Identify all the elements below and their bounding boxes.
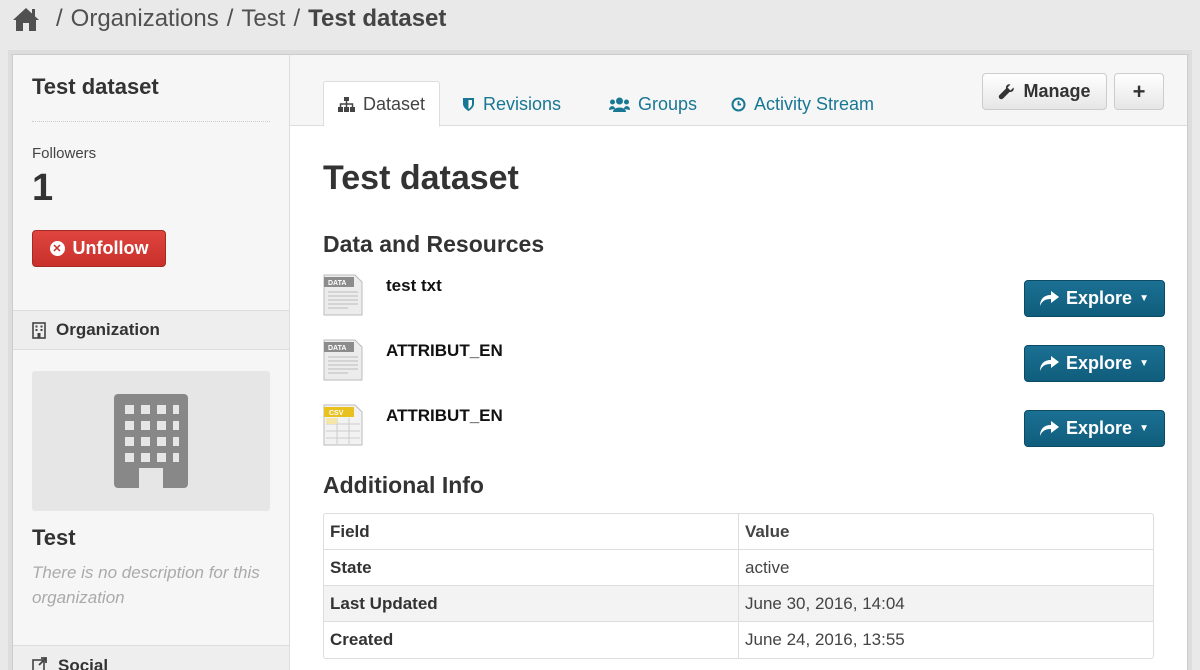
followers-label: Followers — [32, 145, 97, 162]
organization-description: There is no description for this organiz… — [32, 563, 260, 607]
table-row: Created June 24, 2016, 13:55 — [324, 622, 1153, 658]
resource-name[interactable]: test txt — [386, 276, 442, 296]
content-wrapper: Test dataset Followers 1 ✕ Unfollow Orga… — [12, 54, 1188, 670]
tab-label: Dataset — [363, 93, 426, 114]
explore-button[interactable]: Explore ▼ — [1024, 345, 1165, 382]
caret-down-icon: ▼ — [1139, 423, 1149, 434]
social-header-label: Social — [58, 656, 109, 670]
close-circle-icon: ✕ — [49, 241, 65, 256]
explore-label: Explore — [1066, 353, 1133, 373]
table-row: Last Updated June 30, 2016, 14:04 — [324, 586, 1153, 622]
breadcrumb-organizations[interactable]: Organizations — [71, 5, 219, 33]
share-arrow-icon — [1040, 356, 1060, 371]
tab-groups[interactable]: Groups — [595, 81, 711, 127]
tab-label: Revisions — [483, 93, 562, 114]
resources-heading: Data and Resources — [323, 231, 545, 257]
tab-activity-stream[interactable]: Activity Stream — [717, 81, 888, 127]
unfollow-button[interactable]: ✕ Unfollow — [32, 230, 166, 267]
share-arrow-icon — [1040, 291, 1060, 306]
breadcrumb-current[interactable]: Test dataset — [308, 5, 446, 33]
resource-item[interactable]: DATA ATTRIBUT_EN Explore ▼ — [323, 339, 1165, 389]
breadcrumb-separator: / — [226, 5, 234, 32]
caret-down-icon: ▼ — [1139, 358, 1149, 369]
table-cell-field: Created — [324, 622, 739, 658]
breadcrumb-org[interactable]: Test — [241, 5, 285, 33]
data-file-icon: DATA — [323, 339, 363, 381]
group-icon — [609, 97, 630, 112]
plus-icon: + — [1132, 78, 1146, 104]
home-icon[interactable] — [12, 6, 40, 32]
organization-header-label: Organization — [56, 320, 160, 339]
building-icon — [32, 321, 46, 339]
page-title: Test dataset — [323, 159, 519, 197]
table-cell-value: June 30, 2016, 14:04 — [739, 586, 1153, 622]
table-header-field: Field — [324, 514, 739, 550]
svg-text:DATA: DATA — [328, 280, 346, 287]
manage-button[interactable]: Manage — [982, 73, 1107, 110]
table-header-value: Value — [739, 514, 1153, 550]
main-content: Dataset Revisions Groups Activity Stream… — [290, 55, 1187, 670]
breadcrumb-separator: / — [56, 5, 63, 32]
table-header-row: Field Value — [324, 514, 1153, 550]
additional-info-heading: Additional Info — [323, 472, 484, 498]
share-arrow-icon — [1040, 421, 1060, 436]
table-cell-field: Last Updated — [324, 586, 739, 622]
additional-info-table: Field Value State active Last Updated Ju… — [323, 513, 1154, 659]
followers-count: 1 — [32, 167, 54, 209]
resource-name[interactable]: ATTRIBUT_EN — [386, 406, 503, 426]
explore-button[interactable]: Explore ▼ — [1024, 280, 1165, 317]
svg-text:CSV: CSV — [329, 410, 344, 417]
tab-bar: Dataset Revisions Groups Activity Stream… — [290, 55, 1187, 127]
table-cell-value: active — [739, 550, 1153, 586]
csv-file-icon: CSV — [323, 404, 363, 446]
clock-icon — [731, 97, 746, 111]
organization-header: Organization — [13, 310, 289, 350]
unfollow-label: Unfollow — [72, 238, 149, 258]
tab-label: Groups — [638, 93, 698, 114]
svg-text:DATA: DATA — [328, 345, 346, 352]
data-file-icon: DATA — [323, 274, 363, 316]
explore-label: Explore — [1066, 288, 1133, 308]
shield-icon — [463, 97, 474, 111]
share-icon — [32, 657, 47, 670]
add-button[interactable]: + — [1114, 73, 1164, 110]
table-cell-value: June 24, 2016, 13:55 — [745, 630, 905, 649]
table-row: State active — [324, 550, 1153, 586]
tab-label: Activity Stream — [754, 93, 875, 114]
manage-label: Manage — [1023, 81, 1091, 101]
divider — [32, 121, 270, 122]
resource-item[interactable]: DATA test txt Explore ▼ — [323, 274, 1165, 324]
explore-label: Explore — [1066, 418, 1133, 438]
breadcrumb-separator: / — [293, 5, 301, 32]
explore-button[interactable]: Explore ▼ — [1024, 410, 1165, 447]
table-cell-field: State — [324, 550, 739, 586]
resource-item[interactable]: CSV ATTRIBUT_EN Explore ▼ — [323, 404, 1165, 454]
breadcrumb: / Organizations / Test / Test dataset — [12, 4, 446, 34]
caret-down-icon: ▼ — [1139, 293, 1149, 304]
organization-name[interactable]: Test — [32, 525, 76, 551]
tab-dataset[interactable]: Dataset — [323, 81, 441, 127]
organization-image[interactable] — [32, 371, 270, 511]
sidebar: Test dataset Followers 1 ✕ Unfollow Orga… — [13, 55, 290, 670]
tab-revisions[interactable]: Revisions — [448, 81, 575, 127]
building-icon — [114, 394, 188, 488]
wrench-icon — [999, 84, 1015, 100]
sidebar-dataset-title: Test dataset — [32, 74, 159, 99]
sitemap-icon — [338, 96, 355, 112]
social-header: Social — [13, 645, 289, 670]
resource-name[interactable]: ATTRIBUT_EN — [386, 341, 503, 361]
